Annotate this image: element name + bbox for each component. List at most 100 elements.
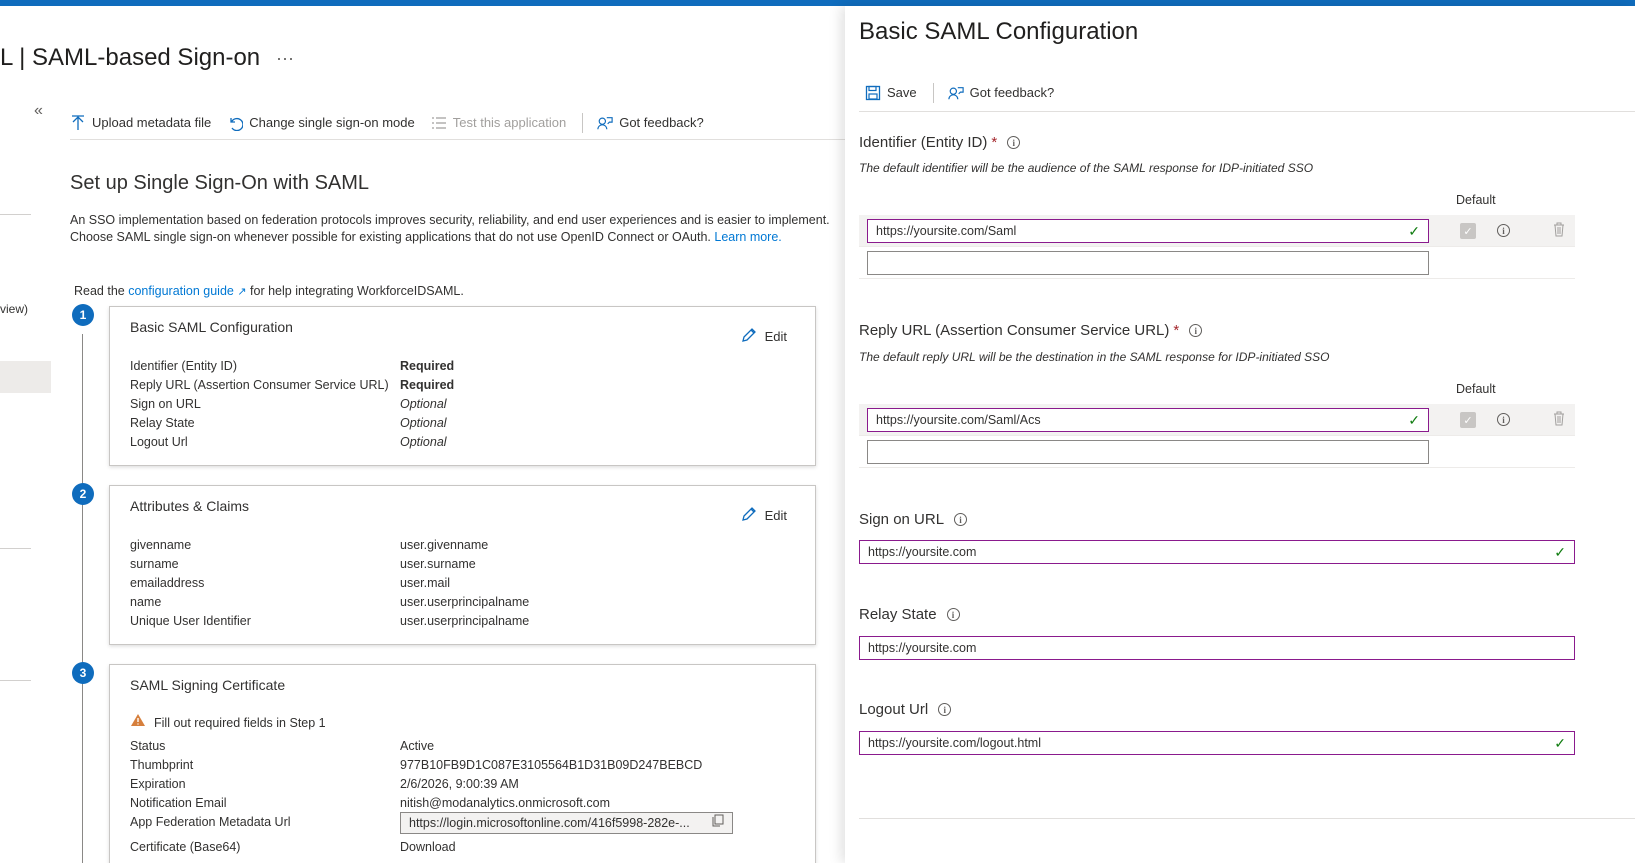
edit-label: Edit (764, 329, 787, 344)
info-icon[interactable]: i (938, 703, 952, 716)
attributes-claims-card: Attributes & Claims Edit givenname user.g… (109, 485, 816, 645)
kv-value: Optional (400, 416, 447, 430)
required-marker: * (991, 134, 998, 151)
feedback-icon (597, 115, 613, 131)
info-icon[interactable]: i (954, 513, 968, 526)
configuration-guide-link[interactable]: configuration guide (128, 284, 234, 298)
reply-url-empty-input[interactable] (867, 440, 1429, 464)
sign-on-url-input[interactable]: https://yoursite.com ✓ (859, 540, 1575, 564)
delete-icon[interactable] (1553, 411, 1565, 429)
kv-row: Expiration 2/6/2026, 9:00:39 AM (130, 775, 733, 794)
setup-heading: Set up Single Sign-On with SAML (70, 172, 370, 194)
kv-row: Relay State Optional (130, 414, 454, 433)
sso-blade: L | SAML-based Sign-on ··· « view) Uploa… (0, 6, 845, 863)
edit-attributes-button[interactable]: Edit (741, 506, 787, 525)
kv-value: Optional (400, 397, 447, 411)
pencil-icon (741, 506, 757, 525)
feedback-icon (947, 85, 964, 101)
identifier-empty-input[interactable] (867, 251, 1429, 275)
reply-label: Reply URL (Assertion Consumer Service UR… (859, 322, 1170, 339)
info-icon[interactable]: i (1007, 136, 1021, 149)
default-checkbox[interactable]: ✓ (1460, 412, 1476, 428)
panel-command-bar: Save Got feedback? (859, 74, 1635, 112)
panel-footer-divider (859, 818, 1635, 819)
identifier-list: https://yoursite.com/Saml ✓ ✓ i (859, 215, 1575, 279)
attributes-values: givenname user.givenname surname user.surn… (130, 536, 529, 631)
kv-value: user.userprincipalname (400, 595, 530, 609)
kv-key: Identifier (Entity ID) (130, 359, 237, 373)
kv-key: Expiration (130, 777, 186, 791)
kv-value: Optional (400, 435, 447, 449)
save-icon (865, 85, 881, 101)
change-sso-mode-button[interactable]: Change single sign-on mode (227, 115, 415, 131)
relay-state-label: Relay State (859, 606, 937, 623)
toolbar-separator (932, 82, 934, 103)
copy-icon[interactable] (712, 814, 724, 833)
nav-item-selected[interactable] (0, 361, 51, 393)
kv-row: Certificate (Base64) Download (130, 838, 733, 857)
steps-connector (82, 334, 83, 863)
kv-row: Status Active (130, 737, 733, 756)
kv-key: Logout Url (130, 435, 188, 449)
kv-value: Required (400, 359, 455, 373)
step-number: 2 (72, 483, 94, 505)
edit-basic-saml-button[interactable]: Edit (741, 327, 787, 346)
kv-key: name (130, 595, 162, 609)
relay-state-label-row: Relay State i (859, 606, 960, 623)
kv-row: Logout Url Optional (130, 433, 454, 452)
learn-more-link[interactable]: Learn more. (714, 230, 781, 244)
toolbar-separator (582, 112, 584, 133)
identifier-input[interactable]: https://yoursite.com/Saml ✓ (867, 219, 1429, 243)
kv-row: Notification Email nitish@modanalytics.on… (130, 794, 733, 813)
nav-divider (0, 680, 31, 681)
info-icon[interactable]: i (1497, 413, 1510, 426)
logout-url-value: https://yoursite.com/logout.html (868, 736, 1041, 750)
logout-url-label: Logout Url (859, 701, 929, 718)
info-icon[interactable]: i (1189, 324, 1203, 337)
upload-metadata-button[interactable]: Upload metadata file (70, 114, 211, 131)
metadata-url-copy-field[interactable]: https://login.microsoftonline.com/416f59… (400, 812, 733, 834)
relay-state-input[interactable]: https://yoursite.com (859, 636, 1575, 660)
test-application-button[interactable]: Test this application (431, 115, 566, 131)
kv-value: user.userprincipalname (400, 614, 530, 628)
kv-value: 2/6/2026, 9:00:39 AM (400, 777, 519, 791)
save-button[interactable]: Save (865, 85, 917, 101)
default-column-header: Default (1456, 193, 1496, 207)
kv-row: givenname user.givenname (130, 536, 529, 555)
collapse-menu-button[interactable]: « (34, 102, 43, 120)
kv-row: surname user.surname (130, 555, 529, 574)
logout-url-input[interactable]: https://yoursite.com/logout.html ✓ (859, 731, 1575, 755)
feedback-button[interactable]: Got feedback? (597, 115, 704, 131)
change-sso-mode-label: Change single sign-on mode (249, 115, 415, 130)
info-icon[interactable]: i (946, 608, 960, 621)
kv-key: App Federation Metadata Url (130, 815, 291, 829)
logout-url-label-row: Logout Url i (859, 701, 952, 718)
basic-saml-values: Identifier (Entity ID) Required Reply URL… (130, 357, 454, 452)
delete-icon[interactable] (1553, 222, 1565, 240)
kv-value: 977B10FB9D1C087E3105564B1D31B09D247BEBCD (400, 758, 703, 772)
panel-feedback-button[interactable]: Got feedback? (947, 85, 1055, 101)
reply-url-input[interactable]: https://yoursite.com/Saml/Acs ✓ (867, 408, 1429, 432)
identifier-row: https://yoursite.com/Saml ✓ ✓ i (859, 215, 1575, 247)
pencil-icon (741, 327, 757, 346)
reply-url-row: https://yoursite.com/Saml/Acs ✓ ✓ i (859, 404, 1575, 436)
panel-feedback-label: Got feedback? (969, 85, 1055, 100)
identifier-description: The default identifier will be the audie… (859, 161, 1314, 175)
info-icon[interactable]: i (1497, 224, 1510, 237)
warning-icon (130, 713, 146, 733)
default-checkbox[interactable]: ✓ (1460, 223, 1476, 239)
sign-on-label: Sign on URL (859, 511, 945, 528)
kv-row: Sign on URL Optional (130, 395, 454, 414)
reply-url-value: https://yoursite.com/Saml/Acs (876, 413, 1041, 427)
reply-url-empty-row (859, 436, 1575, 468)
setup-intro: An SSO implementation based on federatio… (70, 212, 845, 246)
kv-value: user.surname (400, 557, 476, 571)
sign-on-label-row: Sign on URL i (859, 511, 968, 528)
feedback-label: Got feedback? (619, 115, 704, 130)
nav-item-partial[interactable]: view) (0, 302, 28, 316)
signing-certificate-card: SAML Signing Certificate Fill out requir… (109, 664, 816, 863)
download-link[interactable]: Download (400, 838, 456, 857)
kv-key: Notification Email (130, 796, 227, 810)
more-options-button[interactable]: ··· (276, 48, 294, 69)
checkmark-icon: ✓ (1408, 411, 1420, 428)
